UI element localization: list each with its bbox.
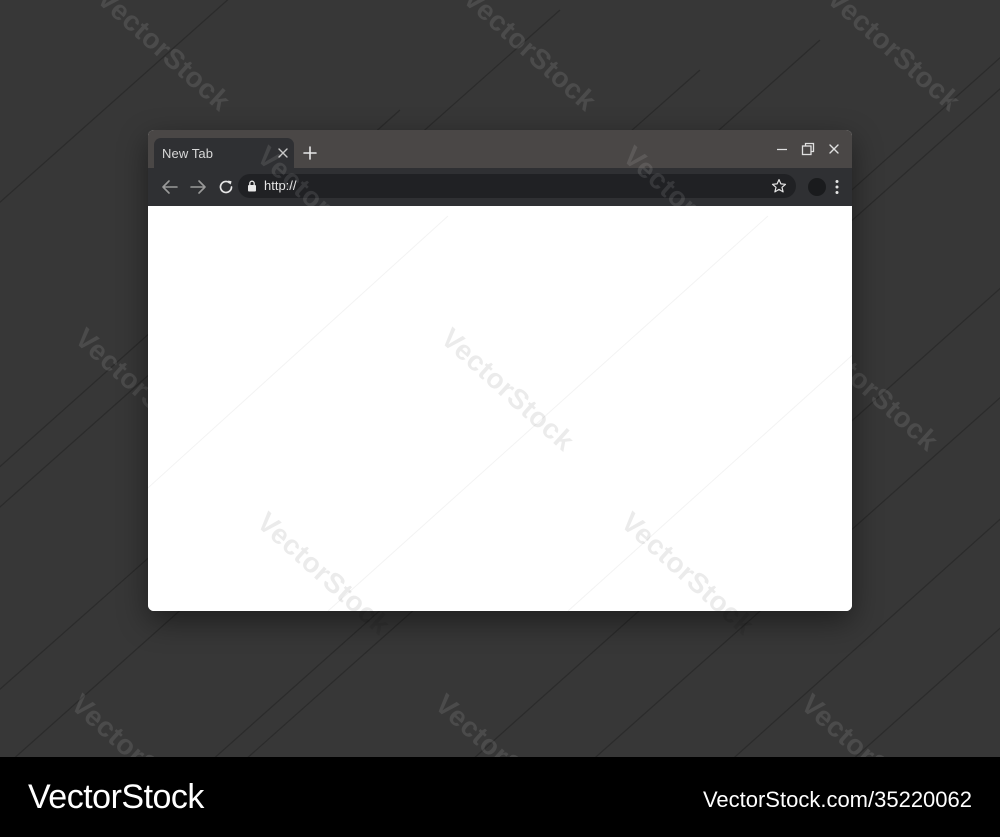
- tab-title: New Tab: [162, 146, 214, 161]
- footer-bar: VectorStock VectorStock.com/35220062: [0, 757, 1000, 837]
- star-icon[interactable]: [771, 178, 787, 194]
- footer-logo: VectorStock: [28, 778, 204, 816]
- minimize-icon[interactable]: [775, 142, 789, 156]
- lock-icon: [248, 180, 256, 192]
- profile-avatar[interactable]: [808, 178, 826, 196]
- restore-icon[interactable]: [801, 142, 815, 156]
- arrow-left-icon[interactable]: [160, 177, 180, 197]
- toolbar: http://: [148, 168, 852, 206]
- arrow-right-icon[interactable]: [188, 177, 208, 197]
- kebab-menu-icon[interactable]: [832, 178, 842, 196]
- footer-image-id: VectorStock.com/35220062: [702, 787, 972, 812]
- reload-icon[interactable]: [216, 177, 236, 197]
- close-icon[interactable]: [827, 142, 841, 156]
- plus-icon[interactable]: [302, 145, 318, 161]
